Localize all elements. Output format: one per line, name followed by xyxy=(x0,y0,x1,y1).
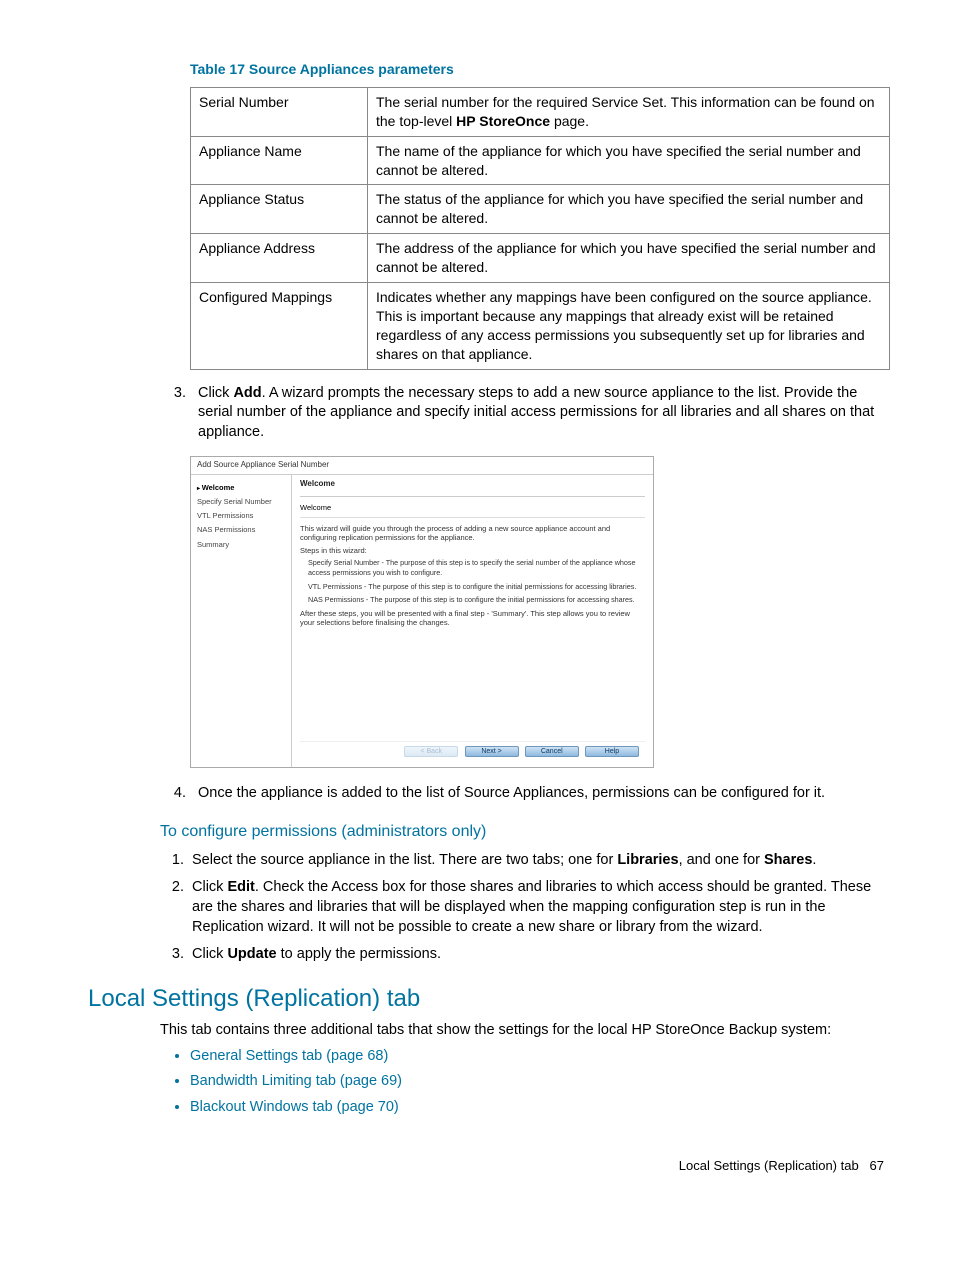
wizard-footer: < Back Next > Cancel Help xyxy=(300,741,645,761)
tab-links-list: General Settings tab (page 68) Bandwidth… xyxy=(190,1047,894,1118)
wizard-nav-serial[interactable]: Specify Serial Number xyxy=(195,495,287,509)
param-desc: Indicates whether any mappings have been… xyxy=(368,283,890,370)
wizard-screenshot: Add Source Appliance Serial Number Welco… xyxy=(190,456,654,767)
footer-page-number: 67 xyxy=(870,1158,884,1173)
table-row: Appliance Address The address of the app… xyxy=(191,234,890,283)
configure-permissions-heading: To configure permissions (administrators… xyxy=(160,821,894,843)
cancel-button[interactable]: Cancel xyxy=(525,746,579,757)
configure-step-2: Click Edit. Check the Access box for tho… xyxy=(188,878,894,937)
steps-list: Click Add. A wizard prompts the necessar… xyxy=(190,384,894,443)
step-3: Click Add. A wizard prompts the necessar… xyxy=(190,384,894,443)
steps-list-cont: Once the appliance is added to the list … xyxy=(190,784,894,804)
local-settings-intro: This tab contains three additional tabs … xyxy=(160,1021,894,1041)
wizard-step-line: NAS Permissions - The purpose of this st… xyxy=(308,595,645,605)
list-item: Bandwidth Limiting tab (page 69) xyxy=(190,1072,894,1092)
param-name: Configured Mappings xyxy=(191,283,368,370)
param-desc: The name of the appliance for which you … xyxy=(368,136,890,185)
wizard-subheading: Welcome xyxy=(300,503,645,518)
link-general-settings[interactable]: General Settings tab (page 68) xyxy=(190,1048,388,1064)
param-name: Appliance Name xyxy=(191,136,368,185)
wizard-steps-label: Steps in this wizard: xyxy=(300,546,645,555)
param-name: Appliance Address xyxy=(191,234,368,283)
table-caption: Table 17 Source Appliances parameters xyxy=(190,60,894,79)
configure-step-1: Select the source appliance in the list.… xyxy=(188,851,894,871)
document-page: Table 17 Source Appliances parameters Se… xyxy=(0,0,954,1205)
param-desc: The address of the appliance for which y… xyxy=(368,234,890,283)
wizard-body: Welcome Specify Serial Number VTL Permis… xyxy=(191,475,653,767)
wizard-title: Add Source Appliance Serial Number xyxy=(191,457,653,475)
footer-label: Local Settings (Replication) tab xyxy=(679,1158,859,1173)
param-desc: The serial number for the required Servi… xyxy=(368,87,890,136)
table-row: Serial Number The serial number for the … xyxy=(191,87,890,136)
wizard-heading: Welcome xyxy=(300,479,645,497)
wizard-nav-nas[interactable]: NAS Permissions xyxy=(195,523,287,537)
local-settings-heading: Local Settings (Replication) tab xyxy=(88,983,894,1015)
source-appliances-table: Serial Number The serial number for the … xyxy=(190,87,890,370)
param-desc: The status of the appliance for which yo… xyxy=(368,185,890,234)
configure-permissions-steps: Select the source appliance in the list.… xyxy=(160,851,894,965)
wizard-nav-vtl[interactable]: VTL Permissions xyxy=(195,509,287,523)
list-item: General Settings tab (page 68) xyxy=(190,1047,894,1067)
wizard-intro: This wizard will guide you through the p… xyxy=(300,524,645,543)
wizard-nav-summary[interactable]: Summary xyxy=(195,538,287,552)
table-row: Appliance Name The name of the appliance… xyxy=(191,136,890,185)
help-button[interactable]: Help xyxy=(585,746,639,757)
wizard-outro: After these steps, you will be presented… xyxy=(300,609,645,628)
wizard-content: Welcome Welcome This wizard will guide y… xyxy=(292,475,653,767)
link-blackout-windows[interactable]: Blackout Windows tab (page 70) xyxy=(190,1099,399,1115)
table-row: Appliance Status The status of the appli… xyxy=(191,185,890,234)
step-4: Once the appliance is added to the list … xyxy=(190,784,894,804)
param-name: Serial Number xyxy=(191,87,368,136)
configure-step-3: Click Update to apply the permissions. xyxy=(188,945,894,965)
wizard-nav-welcome[interactable]: Welcome xyxy=(195,481,287,495)
list-item: Blackout Windows tab (page 70) xyxy=(190,1098,894,1118)
link-bandwidth-limiting[interactable]: Bandwidth Limiting tab (page 69) xyxy=(190,1073,402,1089)
next-button[interactable]: Next > xyxy=(465,746,519,757)
wizard-nav: Welcome Specify Serial Number VTL Permis… xyxy=(191,475,292,767)
wizard-step-line: Specify Serial Number - The purpose of t… xyxy=(308,558,645,577)
page-footer: Local Settings (Replication) tab 67 xyxy=(60,1157,894,1175)
back-button: < Back xyxy=(404,746,458,757)
wizard-spacer xyxy=(300,631,645,741)
wizard-step-line: VTL Permissions - The purpose of this st… xyxy=(308,582,645,592)
table-row: Configured Mappings Indicates whether an… xyxy=(191,283,890,370)
param-name: Appliance Status xyxy=(191,185,368,234)
